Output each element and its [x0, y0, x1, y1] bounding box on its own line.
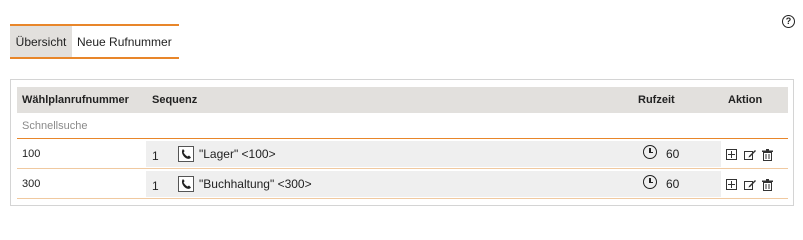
sequence-target: "Buchhaltung" <300>	[199, 177, 312, 191]
row-actions	[726, 179, 773, 191]
dialplan-panel: Wählplanrufnummer Sequenz Rufzeit Aktion…	[10, 79, 794, 206]
row-number: 100	[22, 148, 41, 160]
sequence-index: 1	[152, 179, 159, 193]
add-icon[interactable]	[726, 179, 737, 190]
row-number: 300	[22, 178, 41, 190]
delete-icon[interactable]	[762, 179, 773, 191]
header-sequence: Sequenz	[152, 94, 198, 106]
tab-overview[interactable]: Übersicht	[10, 26, 72, 57]
delete-icon[interactable]	[762, 149, 773, 161]
header-action: Aktion	[728, 94, 763, 106]
sequence-cell: 1 "Buchhaltung" <300> 60	[146, 171, 721, 197]
quick-search-input[interactable]: Schnellsuche	[22, 120, 87, 132]
phone-icon	[178, 176, 194, 192]
phone-icon	[178, 146, 194, 162]
edit-icon[interactable]	[744, 179, 756, 190]
header-number: Wählplanrufnummer	[22, 94, 129, 106]
table-header: Wählplanrufnummer Sequenz Rufzeit Aktion	[17, 87, 788, 113]
clock-icon	[643, 175, 657, 189]
row-actions	[726, 149, 773, 161]
sequence-cell: 1 "Lager" <100> 60	[146, 141, 721, 167]
header-ring-time: Rufzeit	[638, 94, 675, 106]
sequence-target: "Lager" <100>	[199, 147, 276, 161]
quick-search-row[interactable]: Schnellsuche	[17, 113, 788, 139]
help-icon[interactable]: ?	[782, 15, 795, 28]
table-row[interactable]: 300 1 "Buchhaltung" <300> 60	[17, 169, 788, 199]
table-row[interactable]: 100 1 "Lager" <100> 60	[17, 139, 788, 169]
clock-icon	[643, 145, 657, 159]
sequence-index: 1	[152, 149, 159, 163]
add-icon[interactable]	[726, 149, 737, 160]
tab-new-number[interactable]: Neue Rufnummer	[72, 26, 177, 57]
ring-time-value: 60	[666, 147, 680, 161]
edit-icon[interactable]	[744, 149, 756, 160]
tab-bar: Übersicht Neue Rufnummer	[10, 24, 179, 59]
dialplan-table: Wählplanrufnummer Sequenz Rufzeit Aktion…	[17, 87, 788, 199]
ring-time-value: 60	[666, 177, 680, 191]
